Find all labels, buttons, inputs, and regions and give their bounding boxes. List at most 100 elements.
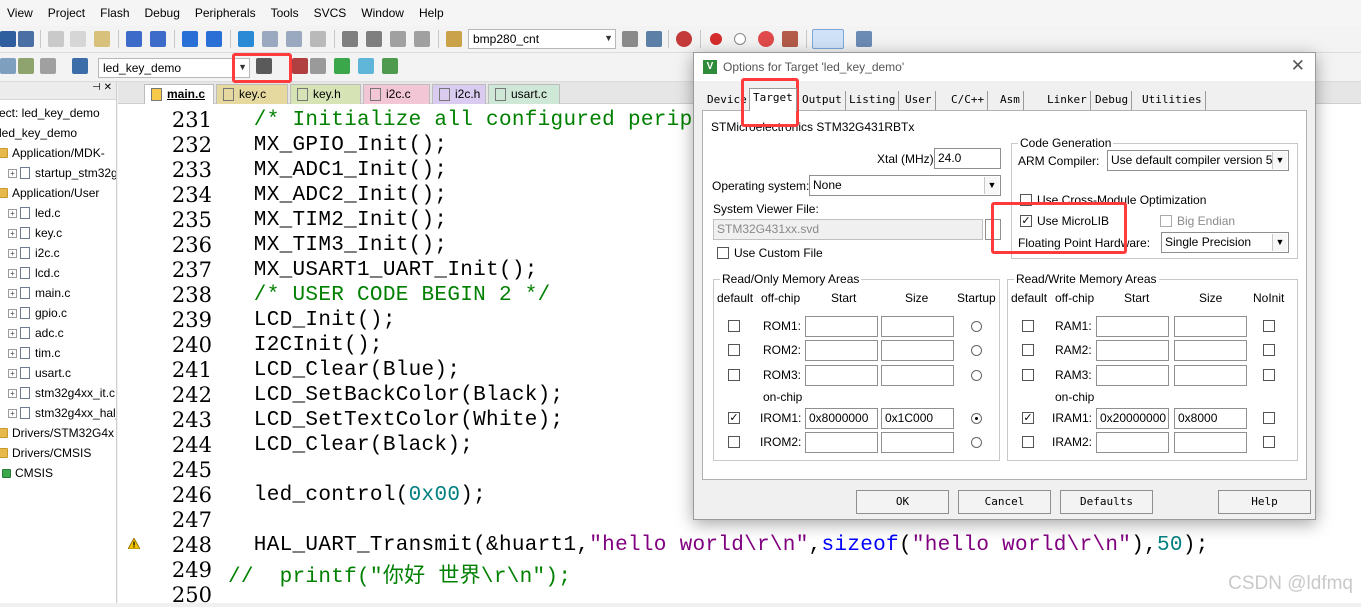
use-custom-file-checkbox[interactable] [717,247,729,259]
tab-i2c-c[interactable]: i2c.c [363,84,430,104]
target-combo[interactable]: bmp280_cnt ▼ [468,29,616,49]
rw-default-checkbox[interactable] [1022,369,1034,381]
expand-icon[interactable]: + [8,248,17,258]
help-button[interactable]: Help [1218,490,1311,514]
tree-item[interactable]: + stm32g4xx_it.c [8,383,115,403]
fpu-select[interactable]: Single Precision ▼ [1161,232,1289,253]
project-target-combo[interactable]: led_key_demo ▼ [98,58,250,78]
run-time-environment-icon[interactable] [334,58,350,74]
tree-item[interactable]: + i2c.c [8,243,60,263]
nav-forward-icon[interactable] [206,31,222,47]
dialog-tab-asm[interactable]: Asm [997,91,1024,110]
ok-button[interactable]: OK [856,490,949,514]
tab-i2c-h[interactable]: i2c.h [432,84,486,104]
menu-view[interactable]: View [0,6,41,20]
tree-item[interactable]: + lcd.c [8,263,60,283]
noinit-checkbox[interactable] [1263,320,1275,332]
tree-item[interactable]: ect: led_key_demo [0,103,100,123]
rw-size-input[interactable] [1174,316,1247,337]
tree-item[interactable]: CMSIS [2,463,53,483]
dialog-tab-target[interactable]: Target [749,88,797,111]
menu-help[interactable]: Help [412,6,452,20]
noinit-checkbox[interactable] [1263,436,1275,448]
startup-radio[interactable] [971,370,982,381]
select-packs-icon[interactable] [292,58,308,74]
startup-radio[interactable] [971,413,982,424]
ro-default-checkbox[interactable] [728,344,740,356]
pin-icon[interactable]: ⊣ ✕ [0,82,116,100]
rw-size-input[interactable]: 0x8000 [1174,408,1247,429]
arm-compiler-select[interactable]: Use default compiler version 5 ▼ [1107,150,1289,171]
ro-start-input[interactable]: 0x8000000 [805,408,878,429]
tab-main-c[interactable]: main.c [144,84,214,104]
nav-back-icon[interactable] [182,31,198,47]
prev-bookmark-icon[interactable] [262,31,278,47]
tree-item[interactable]: Application/User [0,183,99,203]
ro-size-input[interactable] [881,340,954,361]
tree-item[interactable]: Drivers/CMSIS [0,443,91,463]
menu-window[interactable]: Window [354,6,412,20]
xtal-input[interactable]: 24.0 [934,148,1001,169]
translate-icon[interactable] [0,58,16,74]
dialog-tab-cc[interactable]: C/C++ [948,91,989,110]
dialog-tab-output[interactable]: Output [799,91,846,110]
ro-default-checkbox[interactable]: ✓ [728,412,740,424]
rw-start-input[interactable]: 0x20000000 [1096,408,1169,429]
os-select[interactable]: None ▼ [809,175,1001,196]
find-in-files-icon[interactable] [446,31,462,47]
tree-item[interactable]: + startup_stm32g [8,163,116,183]
expand-icon[interactable]: + [8,388,17,398]
breakpoint-icon[interactable] [710,33,722,45]
tree-item[interactable]: Drivers/STM32G4x [0,423,114,443]
expand-icon[interactable]: + [8,288,17,298]
expand-icon[interactable]: + [8,208,17,218]
rw-default-checkbox[interactable]: ✓ [1022,412,1034,424]
menu-project[interactable]: Project [41,6,93,20]
rw-size-input[interactable] [1174,340,1247,361]
bookmark-icon[interactable] [238,31,254,47]
expand-icon[interactable]: + [8,348,17,358]
expand-icon[interactable]: + [8,268,17,278]
save-icon[interactable] [0,31,16,47]
ro-size-input[interactable]: 0x1C000 [881,408,954,429]
ro-default-checkbox[interactable] [728,369,740,381]
incremental-find-icon[interactable] [646,31,662,47]
ro-size-input[interactable] [881,365,954,386]
cancel-button[interactable]: Cancel [958,490,1051,514]
rw-size-input[interactable] [1174,432,1247,453]
menu-svcs[interactable]: SVCS [307,6,355,20]
tree-item[interactable]: + usart.c [8,363,71,383]
tree-item[interactable]: + tim.c [8,343,60,363]
tab-usart-c[interactable]: usart.c [488,84,560,104]
expand-icon[interactable]: + [8,408,17,418]
cut-icon[interactable] [48,31,64,47]
redo-icon[interactable] [150,31,166,47]
rebuild-icon[interactable] [40,58,56,74]
rw-start-input[interactable] [1096,365,1169,386]
tab-key-h[interactable]: key.h [290,84,361,104]
ro-size-input[interactable] [881,432,954,453]
expand-icon[interactable]: + [8,228,17,238]
tree-item[interactable]: + adc.c [8,323,64,343]
ro-size-input[interactable] [881,316,954,337]
expand-icon[interactable]: + [8,168,17,178]
paste-icon[interactable] [94,31,110,47]
uncomment-icon[interactable] [414,31,430,47]
next-bookmark-icon[interactable] [286,31,302,47]
ro-start-input[interactable] [805,316,878,337]
manage-components-icon[interactable] [310,58,326,74]
expand-icon[interactable]: + [8,328,17,338]
dialog-tab-listing[interactable]: Listing [846,91,900,110]
ro-default-checkbox[interactable] [728,436,740,448]
software-packs-icon[interactable] [382,58,398,74]
pack-installer-icon[interactable] [358,58,374,74]
ro-start-input[interactable] [805,365,878,386]
tree-item[interactable]: + main.c [8,283,70,303]
disable-all-breakpoints-icon[interactable] [782,31,798,47]
noinit-checkbox[interactable] [1263,344,1275,356]
ro-start-input[interactable] [805,432,878,453]
tree-item[interactable]: + key.c [8,223,62,243]
close-icon[interactable]: ✕ [1291,56,1305,76]
debug-session-icon[interactable] [676,31,692,47]
rw-default-checkbox[interactable] [1022,344,1034,356]
